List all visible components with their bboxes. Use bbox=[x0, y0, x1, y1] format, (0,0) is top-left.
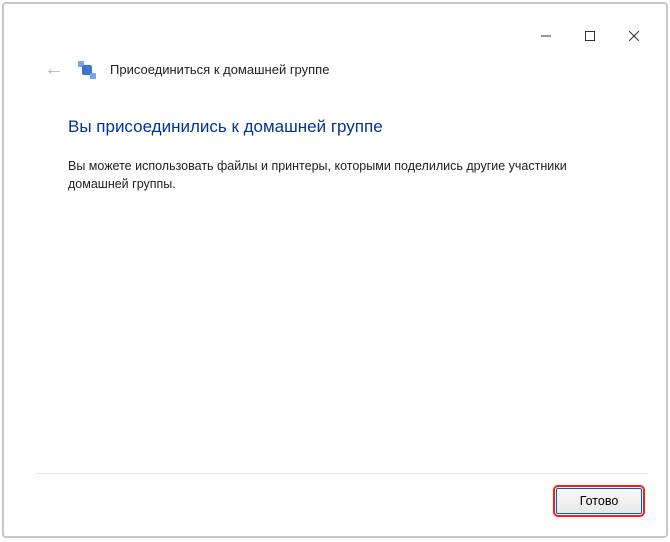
titlebar bbox=[26, 20, 658, 52]
back-arrow-icon[interactable]: ← bbox=[44, 58, 64, 81]
body-text: Вы можете использовать файлы и принтеры,… bbox=[68, 157, 598, 193]
minimize-button[interactable] bbox=[524, 22, 568, 50]
wizard-header: ← Присоединиться к домашней группе bbox=[26, 52, 658, 99]
wizard-title: Присоединиться к домашней группе bbox=[110, 62, 329, 77]
homegroup-icon bbox=[78, 61, 96, 79]
wizard-window: ← Присоединиться к домашней группе Вы пр… bbox=[26, 20, 658, 528]
footer: Готово bbox=[556, 488, 642, 514]
done-button[interactable]: Готово bbox=[556, 488, 642, 514]
page-heading: Вы присоединились к домашней группе bbox=[68, 117, 616, 137]
footer-separator bbox=[36, 473, 648, 474]
close-button[interactable] bbox=[612, 22, 656, 50]
outer-frame: ← Присоединиться к домашней группе Вы пр… bbox=[2, 2, 668, 538]
content-area: Вы присоединились к домашней группе Вы м… bbox=[26, 99, 658, 193]
maximize-button[interactable] bbox=[568, 22, 612, 50]
